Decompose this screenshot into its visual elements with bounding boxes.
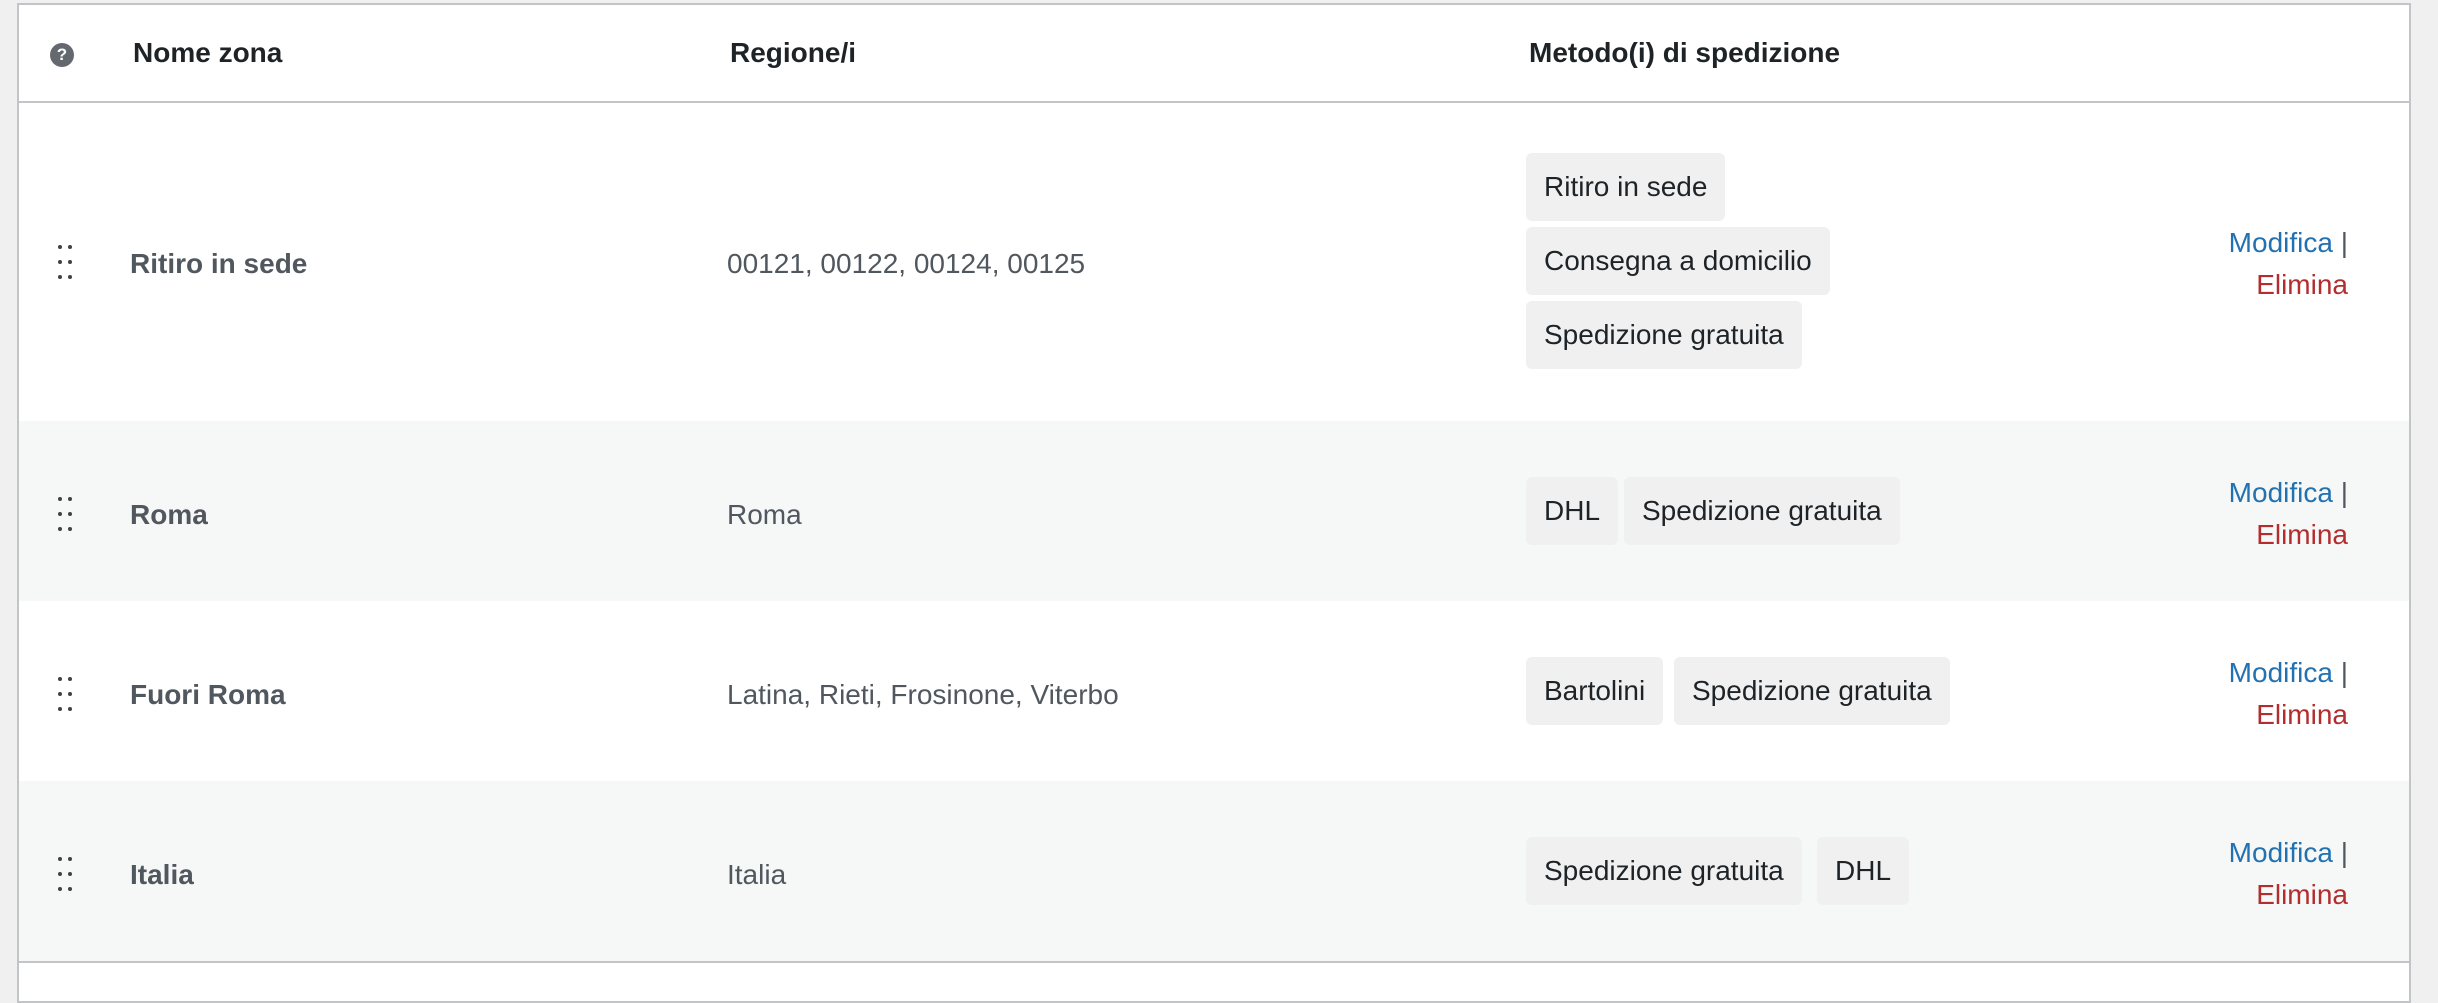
delete-zone-link[interactable]: Elimina (2256, 699, 2348, 730)
shipping-method-badge: DHL (1817, 837, 1910, 905)
delete-zone-link[interactable]: Elimina (2256, 879, 2348, 910)
shipping-method-badge: Bartolini (1526, 657, 1664, 725)
drag-handle-icon[interactable] (58, 677, 74, 711)
zone-regions: 00121, 00122, 00124, 00125 (727, 248, 1086, 279)
edit-zone-link[interactable]: Modifica (2229, 837, 2333, 868)
shipping-method-badge: Spedizione gratuita (1526, 837, 1802, 905)
edit-zone-link[interactable]: Modifica (2229, 227, 2333, 258)
shipping-method-badge: Consegna a domicilio (1526, 227, 1830, 295)
zone-regions: Latina, Rieti, Frosinone, Viterbo (727, 679, 1119, 710)
action-separator: | (2340, 657, 2348, 688)
edit-zone-link[interactable]: Modifica (2229, 477, 2333, 508)
action-separator: | (2340, 227, 2348, 258)
shipping-method-badge: Spedizione gratuita (1674, 657, 1950, 725)
shipping-method-badge: Spedizione gratuita (1624, 477, 1900, 545)
delete-zone-link[interactable]: Elimina (2256, 269, 2348, 300)
column-header-zone-name: Nome zona (133, 37, 283, 68)
table-header: ? Nome zona Regione/i Metodo(i) di spedi… (19, 5, 2409, 103)
table-row: Roma Roma DHL Spedizione gratuita Modifi… (19, 421, 2409, 601)
row-actions: Modifica | Elimina (2148, 472, 2348, 556)
row-actions: Modifica | Elimina (2148, 652, 2348, 736)
zone-name: Fuori Roma (130, 679, 286, 710)
action-separator: | (2340, 837, 2348, 868)
zone-name: Ritiro in sede (130, 248, 308, 279)
zone-regions: Italia (727, 859, 787, 890)
column-header-shipping-methods: Metodo(i) di spedizione (1529, 37, 1841, 68)
table-row: Ritiro in sede 00121, 00122, 00124, 0012… (19, 103, 2409, 421)
drag-handle-icon[interactable] (58, 857, 74, 891)
shipping-method-badge: Spedizione gratuita (1526, 301, 1802, 369)
column-header-regions: Regione/i (730, 37, 857, 68)
zone-name: Italia (130, 859, 194, 890)
drag-handle-icon[interactable] (58, 245, 74, 279)
shipping-method-badge: DHL (1526, 477, 1619, 545)
table-row: Fuori Roma Latina, Rieti, Frosinone, Vit… (19, 601, 2409, 781)
row-actions: Modifica | Elimina (2148, 222, 2348, 306)
table-row: Italia Italia Spedizione gratuita DHL Mo… (19, 781, 2409, 963)
help-icon[interactable]: ? (50, 43, 74, 67)
row-actions: Modifica | Elimina (2148, 832, 2348, 916)
action-separator: | (2340, 477, 2348, 508)
shipping-method-badge: Ritiro in sede (1526, 153, 1726, 221)
drag-handle-icon[interactable] (58, 497, 74, 531)
edit-zone-link[interactable]: Modifica (2229, 657, 2333, 688)
delete-zone-link[interactable]: Elimina (2256, 519, 2348, 550)
zone-regions: Roma (727, 499, 802, 530)
shipping-zones-table: ? Nome zona Regione/i Metodo(i) di spedi… (17, 3, 2411, 1003)
zone-name: Roma (130, 499, 208, 530)
